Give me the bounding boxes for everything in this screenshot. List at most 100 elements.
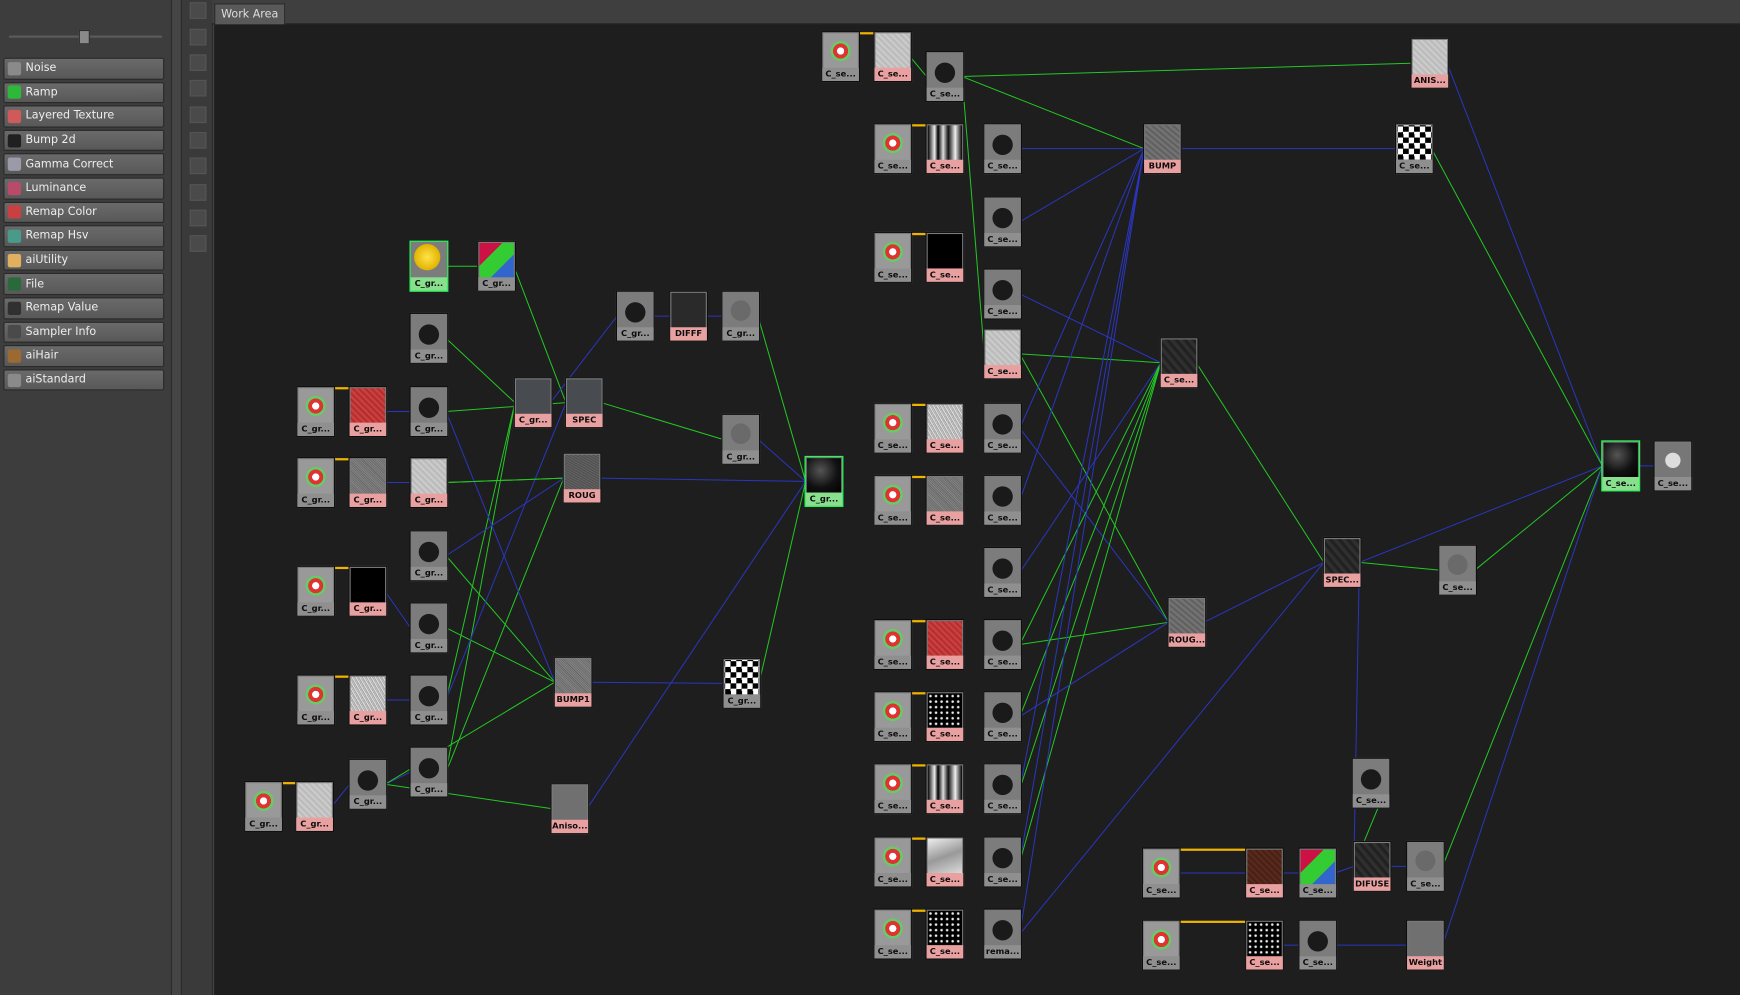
library-item-aiutility[interactable]: aiUtility bbox=[3, 249, 165, 272]
node-m7[interactable]: C_se... bbox=[873, 231, 913, 283]
node-m39[interactable]: C_se... bbox=[1394, 123, 1434, 175]
node-n12[interactable]: C_gr... bbox=[348, 565, 388, 617]
arrange-icon[interactable] bbox=[189, 184, 207, 201]
node-n6[interactable]: C_gr... bbox=[409, 386, 449, 438]
node-m21[interactable]: C_se... bbox=[983, 618, 1023, 671]
node-m49[interactable]: C_se... bbox=[1298, 919, 1338, 971]
node-m3[interactable]: C_se... bbox=[925, 51, 965, 103]
library-item-gamma-correct[interactable]: Gamma Correct bbox=[3, 153, 165, 176]
node-n5[interactable]: C_gr... bbox=[348, 386, 388, 438]
node-editor-canvas[interactable]: C_gr... C_gr... C_gr... C_gr... C_gr... C_gr.… bbox=[214, 24, 1740, 995]
node-n4[interactable]: C_gr... bbox=[296, 386, 336, 438]
library-item-sampler-info[interactable]: Sampler Info bbox=[3, 321, 165, 343]
node-m25[interactable]: C_se... bbox=[873, 763, 913, 815]
nodes-icon[interactable] bbox=[189, 209, 207, 227]
list-view-icon[interactable] bbox=[189, 28, 207, 46]
node-n31[interactable]: C_gr... bbox=[722, 657, 762, 709]
node-n21[interactable]: C_gr... bbox=[513, 377, 553, 429]
node-n8[interactable]: C_gr... bbox=[348, 457, 388, 509]
node-n18[interactable]: C_gr... bbox=[295, 780, 335, 832]
node-n3[interactable]: C_gr... bbox=[409, 312, 449, 364]
node-m26[interactable]: C_se... bbox=[925, 763, 965, 815]
node-m36[interactable]: ROUG... bbox=[1167, 596, 1207, 648]
node-m14[interactable]: C_se... bbox=[983, 402, 1023, 454]
node-n19[interactable]: C_gr... bbox=[348, 758, 388, 810]
node-m38[interactable]: ANIS... bbox=[1410, 37, 1450, 89]
node-n24[interactable]: BUMP1 bbox=[553, 656, 593, 708]
node-n7[interactable]: C_gr... bbox=[296, 457, 336, 509]
library-item-remap-hsv[interactable]: Remap Hsv bbox=[3, 225, 165, 248]
node-n27[interactable]: DIFFF bbox=[669, 290, 708, 342]
node-m27[interactable]: C_se... bbox=[983, 763, 1023, 815]
library-item-bump-2d[interactable]: Bump 2d bbox=[3, 129, 165, 152]
library-item-aistandard[interactable]: aiStandard bbox=[3, 369, 165, 391]
node-m30[interactable]: C_se... bbox=[983, 836, 1023, 888]
node-m23[interactable]: C_se... bbox=[925, 691, 965, 743]
node-m19[interactable]: C_se... bbox=[873, 618, 913, 671]
node-n26[interactable]: C_gr... bbox=[615, 290, 655, 342]
node-n13[interactable]: C_gr... bbox=[409, 602, 449, 654]
node-n15[interactable]: C_gr... bbox=[348, 674, 388, 726]
node-n11[interactable]: C_gr... bbox=[296, 565, 336, 617]
node-m45[interactable]: DIFUSE bbox=[1352, 840, 1392, 892]
tab-work-area[interactable]: Work Area bbox=[214, 3, 286, 25]
node-m32[interactable]: C_se... bbox=[925, 908, 965, 960]
library-item-ramp[interactable]: Ramp bbox=[3, 81, 165, 104]
node-m47[interactable]: C_se... bbox=[1141, 919, 1181, 971]
node-m52[interactable]: C_se... bbox=[1653, 440, 1693, 492]
node-m37[interactable]: SPEC... bbox=[1322, 536, 1362, 588]
node-m9[interactable]: C_se... bbox=[983, 196, 1023, 248]
library-item-noise[interactable]: Noise bbox=[3, 57, 165, 80]
node-m41[interactable]: C_se... bbox=[1351, 757, 1391, 809]
node-n25[interactable]: Aniso... bbox=[550, 783, 590, 835]
node-n1[interactable]: C_gr... bbox=[409, 240, 449, 292]
node-n22[interactable]: SPEC bbox=[564, 377, 604, 429]
node-m34[interactable]: BUMP bbox=[1142, 123, 1182, 175]
node-m29[interactable]: C_se... bbox=[925, 836, 965, 888]
node-m2[interactable]: C_se... bbox=[873, 31, 913, 83]
node-n14[interactable]: C_gr... bbox=[296, 674, 336, 726]
library-item-aihair[interactable]: aiHair bbox=[3, 345, 165, 367]
node-m22[interactable]: C_se... bbox=[873, 691, 913, 743]
clear-icon[interactable] bbox=[189, 132, 207, 149]
node-n16[interactable]: C_gr... bbox=[409, 674, 449, 726]
node-m28[interactable]: C_se... bbox=[873, 836, 913, 888]
grid-icon[interactable] bbox=[189, 54, 207, 71]
node-m35[interactable]: C_se... bbox=[1159, 337, 1199, 389]
node-m24[interactable]: C_se... bbox=[983, 691, 1023, 743]
node-m8[interactable]: C_se... bbox=[925, 231, 965, 283]
node-m6[interactable]: C_se... bbox=[983, 123, 1023, 175]
node-m50[interactable]: Weight bbox=[1405, 919, 1445, 971]
library-item-luminance[interactable]: Luminance bbox=[3, 177, 165, 200]
library-item-file[interactable]: File bbox=[3, 273, 165, 296]
node-m4[interactable]: C_se... bbox=[873, 123, 913, 175]
node-n29[interactable]: C_gr... bbox=[721, 413, 761, 465]
node-n10[interactable]: C_gr... bbox=[409, 530, 449, 582]
node-m1[interactable]: C_se... bbox=[821, 31, 861, 83]
graph-icon[interactable] bbox=[189, 157, 207, 175]
zoom-slider-handle[interactable] bbox=[78, 29, 90, 45]
node-m44[interactable]: C_se... bbox=[1298, 847, 1338, 899]
node-m48[interactable]: C_se... bbox=[1245, 919, 1284, 971]
node-m40[interactable]: C_se... bbox=[1438, 544, 1478, 596]
node-m16[interactable]: C_se... bbox=[925, 474, 965, 526]
node-m11[interactable]: C_se... bbox=[983, 328, 1023, 380]
node-m42[interactable]: C_se... bbox=[1141, 847, 1181, 899]
layout-icon[interactable] bbox=[189, 79, 207, 97]
node-m31[interactable]: C_se... bbox=[873, 908, 913, 960]
node-m20[interactable]: C_se... bbox=[925, 618, 965, 671]
node-m33[interactable]: rema... bbox=[983, 908, 1023, 960]
node-m13[interactable]: C_se... bbox=[925, 402, 965, 454]
node-m10[interactable]: C_se... bbox=[983, 268, 1023, 320]
node-m5[interactable]: C_se... bbox=[925, 123, 965, 175]
node-n17[interactable]: C_gr... bbox=[244, 780, 283, 832]
snap-icon[interactable] bbox=[189, 106, 207, 124]
node-n20[interactable]: C_gr... bbox=[409, 746, 449, 798]
node-n28[interactable]: C_gr... bbox=[721, 290, 761, 342]
node-m12[interactable]: C_se... bbox=[873, 402, 913, 454]
library-item-remap-value[interactable]: Remap Value bbox=[3, 297, 165, 319]
frame-all-icon[interactable] bbox=[189, 2, 207, 19]
node-n23[interactable]: ROUG bbox=[562, 452, 602, 504]
node-m51[interactable]: C_se... bbox=[1601, 440, 1641, 492]
filter-icon[interactable] bbox=[189, 235, 207, 252]
